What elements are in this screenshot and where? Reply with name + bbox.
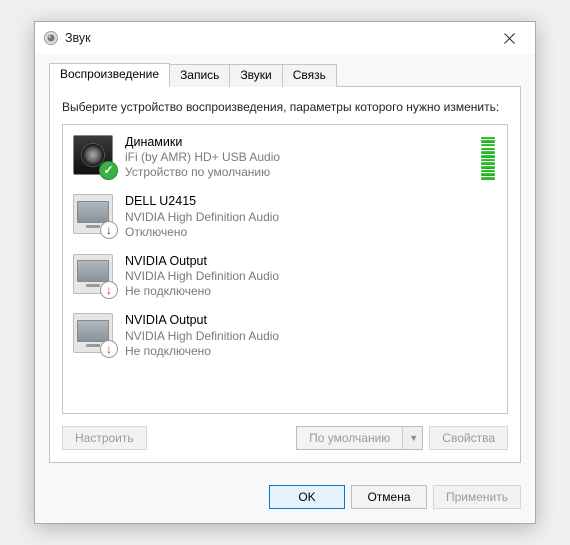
apply-button[interactable]: Применить [433, 485, 521, 509]
device-name: Динамики [125, 135, 481, 151]
device-item[interactable]: DELL U2415 NVIDIA High Definition Audio … [69, 188, 501, 248]
sound-dialog: Звук Воспроизведение Запись Звуки Связь … [34, 21, 536, 523]
tabstrip: Воспроизведение Запись Звуки Связь [49, 64, 521, 87]
device-item[interactable]: NVIDIA Output NVIDIA High Definition Aud… [69, 248, 501, 308]
device-status: Устройство по умолчанию [125, 165, 481, 180]
configure-button[interactable]: Настроить [62, 426, 147, 450]
device-icon-wrap [73, 194, 115, 236]
device-name: DELL U2415 [125, 194, 497, 210]
default-badge-icon [99, 161, 118, 180]
device-text: DELL U2415 NVIDIA High Definition Audio … [125, 194, 497, 240]
dialog-button-row: OK Отмена Применить [35, 475, 535, 523]
close-button[interactable] [489, 24, 529, 52]
cancel-button[interactable]: Отмена [351, 485, 427, 509]
disabled-badge-icon [100, 221, 118, 239]
device-text: NVIDIA Output NVIDIA High Definition Aud… [125, 254, 497, 300]
client-area: Воспроизведение Запись Звуки Связь Выбер… [35, 54, 535, 474]
device-icon-wrap [73, 254, 115, 296]
instruction-text: Выберите устройство воспроизведения, пар… [62, 99, 508, 115]
device-text: NVIDIA Output NVIDIA High Definition Aud… [125, 313, 497, 359]
device-icon-wrap [73, 313, 115, 355]
device-icon-wrap [73, 135, 115, 177]
device-name: NVIDIA Output [125, 313, 497, 329]
device-driver: iFi (by AMR) HD+ USB Audio [125, 150, 481, 165]
device-driver: NVIDIA High Definition Audio [125, 210, 497, 225]
device-driver: NVIDIA High Definition Audio [125, 269, 497, 284]
device-item[interactable]: NVIDIA Output NVIDIA High Definition Aud… [69, 307, 501, 367]
titlebar: Звук [35, 22, 535, 54]
ok-button[interactable]: OK [269, 485, 345, 509]
close-icon [504, 33, 515, 44]
window-title: Звук [65, 31, 489, 45]
unplugged-badge-icon [100, 340, 118, 358]
tab-communications[interactable]: Связь [282, 64, 337, 87]
device-list[interactable]: Динамики iFi (by AMR) HD+ USB Audio Устр… [62, 124, 508, 414]
tab-sounds[interactable]: Звуки [229, 64, 282, 87]
device-text: Динамики iFi (by AMR) HD+ USB Audio Устр… [125, 135, 481, 181]
set-default-split-button[interactable]: По умолчанию ▼ [296, 426, 423, 450]
device-status: Отключено [125, 225, 497, 240]
tab-playback[interactable]: Воспроизведение [49, 63, 170, 87]
properties-button[interactable]: Свойства [429, 426, 508, 450]
device-status: Не подключено [125, 344, 497, 359]
device-driver: NVIDIA High Definition Audio [125, 329, 497, 344]
device-item[interactable]: Динамики iFi (by AMR) HD+ USB Audio Устр… [69, 129, 501, 189]
sound-app-icon [43, 30, 59, 46]
tab-label: Связь [293, 68, 326, 82]
set-default-dropdown[interactable]: ▼ [402, 427, 422, 449]
tab-label: Запись [180, 68, 219, 82]
device-name: NVIDIA Output [125, 254, 497, 270]
panel-button-row: Настроить По умолчанию ▼ Свойства [62, 426, 508, 450]
tab-label: Звуки [240, 68, 271, 82]
tab-recording[interactable]: Запись [169, 64, 230, 87]
device-status: Не подключено [125, 284, 497, 299]
tabpanel-playback: Выберите устройство воспроизведения, пар… [49, 86, 521, 462]
set-default-button[interactable]: По умолчанию [297, 427, 402, 449]
level-meter [481, 135, 497, 180]
unplugged-badge-icon [100, 281, 118, 299]
tab-label: Воспроизведение [60, 67, 159, 81]
